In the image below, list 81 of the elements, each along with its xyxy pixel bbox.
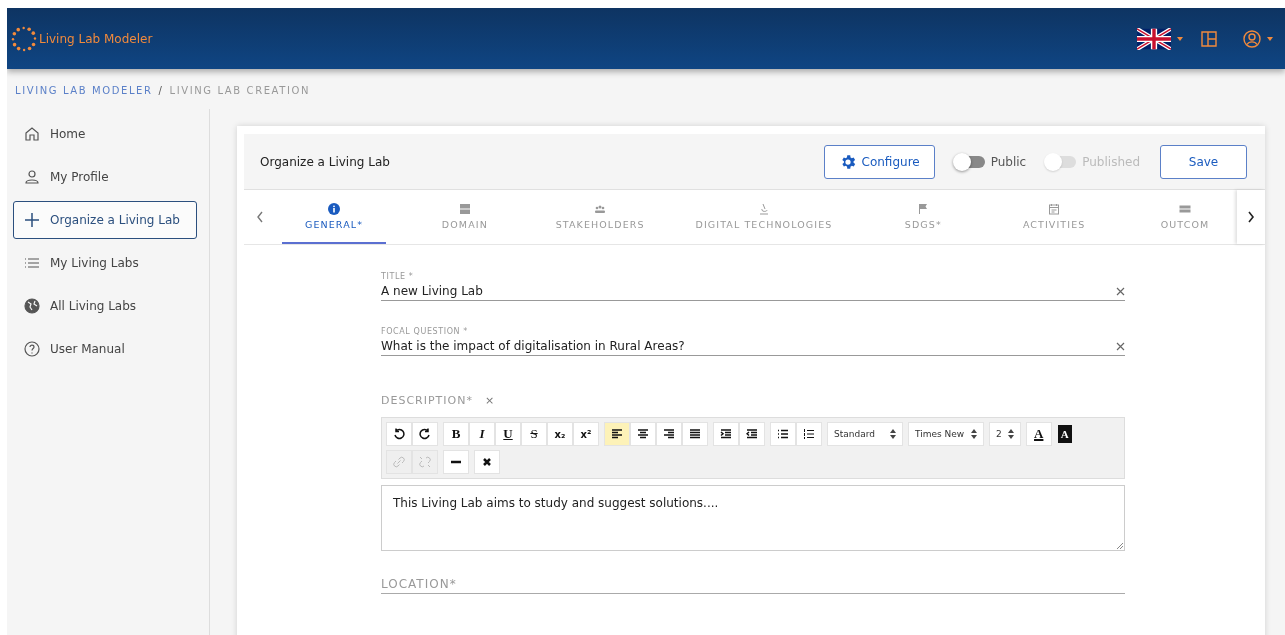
sort-icon	[971, 429, 977, 439]
bullets-button[interactable]	[770, 422, 796, 446]
chevron-left-icon[interactable]	[256, 211, 264, 223]
outdent-button[interactable]	[739, 422, 765, 446]
toggle-label: Public	[990, 154, 1027, 169]
calendar-icon	[1048, 202, 1061, 215]
numbers-icon	[803, 428, 815, 440]
redo-button[interactable]	[412, 422, 438, 446]
dropdown[interactable]: 2	[989, 422, 1021, 446]
app-name[interactable]: Living Lab Modeler	[39, 31, 153, 46]
outdent-icon	[746, 428, 758, 440]
resize-handle-icon[interactable]	[1116, 542, 1123, 549]
text-field[interactable]: FOCAL QUESTION * What is the impact of digitalisation in Rural Areas?	[381, 301, 1125, 356]
aligncenter-button[interactable]	[630, 422, 656, 446]
indent-button[interactable]	[713, 422, 739, 446]
caret-icon[interactable]	[1177, 36, 1183, 41]
bold-button[interactable]: B	[443, 422, 469, 446]
alignright-button[interactable]	[656, 422, 682, 446]
save-button[interactable]: Save	[1160, 144, 1247, 179]
card-title: Organize a Living Lab	[260, 154, 390, 169]
server-icon	[458, 202, 471, 215]
dots-logo-icon	[11, 25, 37, 52]
rule-button[interactable]	[443, 450, 469, 474]
caret-icon[interactable]	[1267, 36, 1273, 41]
clear-icon[interactable]	[1116, 286, 1125, 296]
flag-icon	[917, 202, 930, 215]
chevron-right-icon[interactable]	[1247, 211, 1255, 223]
redo-icon	[419, 428, 431, 440]
justify-button[interactable]	[682, 422, 708, 446]
sidebar-item[interactable]: User Manual	[13, 330, 197, 368]
undo-icon	[393, 428, 405, 440]
user-icon[interactable]	[1243, 29, 1261, 48]
sidebar-item[interactable]: All Living Labs	[13, 287, 197, 325]
italic-button[interactable]: I	[469, 422, 495, 446]
breadcrumb-separator: /	[158, 85, 164, 96]
superscript-button[interactable]: x²	[573, 422, 599, 446]
text-editor[interactable]: This Living Lab aims to study and suggest solutions....	[381, 485, 1125, 551]
profile-icon	[24, 169, 40, 185]
field-label: DESCRIPTION*	[381, 394, 473, 407]
sidebar-item[interactable]: My Living Labs	[13, 244, 197, 282]
clear-icon[interactable]	[1116, 341, 1125, 351]
dropdown[interactable]: Standard	[827, 422, 903, 446]
toggle-switch[interactable]	[954, 155, 985, 168]
sidebar-item[interactable]: Organize a Living Lab	[13, 201, 197, 239]
subscript-button[interactable]: x₂	[547, 422, 573, 446]
toggle-label: Published	[1082, 154, 1140, 169]
home-icon	[24, 126, 40, 142]
numbers-button[interactable]	[796, 422, 822, 446]
aligncenter-icon	[637, 428, 649, 440]
link-icon	[393, 456, 405, 468]
sort-icon	[890, 429, 896, 439]
sidebar-item[interactable]: Home	[13, 115, 197, 153]
fontcolor-button[interactable]: A	[1025, 422, 1052, 446]
tab[interactable]: GENERAL*	[282, 190, 386, 244]
strike-button[interactable]: S	[521, 422, 547, 446]
underline-button[interactable]: U	[495, 422, 521, 446]
clear-button[interactable]	[474, 450, 500, 474]
plus-icon	[24, 212, 40, 228]
clear-icon	[481, 456, 493, 468]
sort-icon	[1007, 429, 1014, 439]
configure-button[interactable]: Configure	[823, 144, 935, 179]
flag-icon[interactable]	[1137, 27, 1171, 50]
clear-button[interactable]: ×	[484, 394, 496, 407]
undo-button[interactable]	[386, 422, 412, 446]
breadcrumb-link[interactable]: LIVING LAB MODELER	[15, 85, 153, 96]
bullets-icon	[777, 428, 789, 440]
breadcrumb-item: LIVING LAB CREATION	[169, 85, 311, 96]
unlink-icon	[419, 456, 431, 468]
alignleft-icon	[611, 428, 623, 440]
layout-icon[interactable]	[1201, 30, 1217, 47]
alignright-icon	[663, 428, 675, 440]
justify-icon	[689, 428, 701, 440]
info-icon	[328, 202, 340, 215]
help-icon	[24, 341, 40, 357]
dropdown[interactable]: Times New	[908, 422, 984, 446]
sidebar-item[interactable]: My Profile	[13, 158, 197, 196]
indent-icon	[720, 428, 732, 440]
list-icon	[24, 255, 40, 271]
text-field[interactable]: TITLE * A new Living Lab	[381, 245, 1125, 301]
alignleft-button[interactable]	[604, 422, 630, 446]
highlight-button[interactable]: A	[1057, 425, 1072, 443]
